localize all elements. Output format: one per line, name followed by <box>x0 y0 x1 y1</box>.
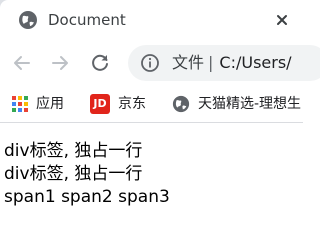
bookmark-label: 京东 <box>118 96 146 112</box>
tab-document[interactable]: Document <box>0 0 303 40</box>
address-text[interactable]: 文件 | C:/Users/ <box>172 52 292 74</box>
tab-title: Document <box>48 11 126 29</box>
span-text: span3 <box>118 187 170 207</box>
page-content: div标签, 独占一行 div标签, 独占一行 span1 span2 span… <box>4 140 170 209</box>
bookmarks-bar: 应用 JD 京东 天猫精选-理想生 <box>0 86 303 123</box>
bookmark-apps[interactable]: 应用 <box>12 94 64 114</box>
tab-strip: Document <box>0 0 303 40</box>
arrow-left-icon[interactable] <box>10 51 34 75</box>
address-label: 文件 <box>172 53 205 72</box>
close-icon[interactable] <box>270 8 294 32</box>
bookmark-jd[interactable]: JD 京东 <box>90 94 146 114</box>
globe-icon <box>172 95 190 113</box>
address-bar[interactable]: 文件 | C:/Users/ <box>128 45 320 81</box>
reload-icon[interactable] <box>88 51 112 75</box>
globe-icon <box>19 11 37 29</box>
span-line: span1 span2 span3 <box>4 186 170 209</box>
arrow-right-icon[interactable] <box>48 51 72 75</box>
info-icon[interactable] <box>140 53 160 73</box>
address-separator: | <box>208 53 214 72</box>
div-line: div标签, 独占一行 <box>4 164 143 184</box>
bookmark-tmall[interactable]: 天猫精选-理想生 <box>172 94 301 114</box>
bookmark-label: 应用 <box>36 96 64 112</box>
span-text: span2 <box>61 187 113 207</box>
jd-logo-icon: JD <box>90 94 110 114</box>
apps-grid-icon <box>12 96 28 112</box>
bookmark-label: 天猫精选-理想生 <box>198 96 302 112</box>
toolbar: 文件 | C:/Users/ <box>0 40 320 86</box>
address-url: C:/Users/ <box>219 53 292 72</box>
span-text: span1 <box>4 187 56 207</box>
div-line: div标签, 独占一行 <box>4 141 143 161</box>
